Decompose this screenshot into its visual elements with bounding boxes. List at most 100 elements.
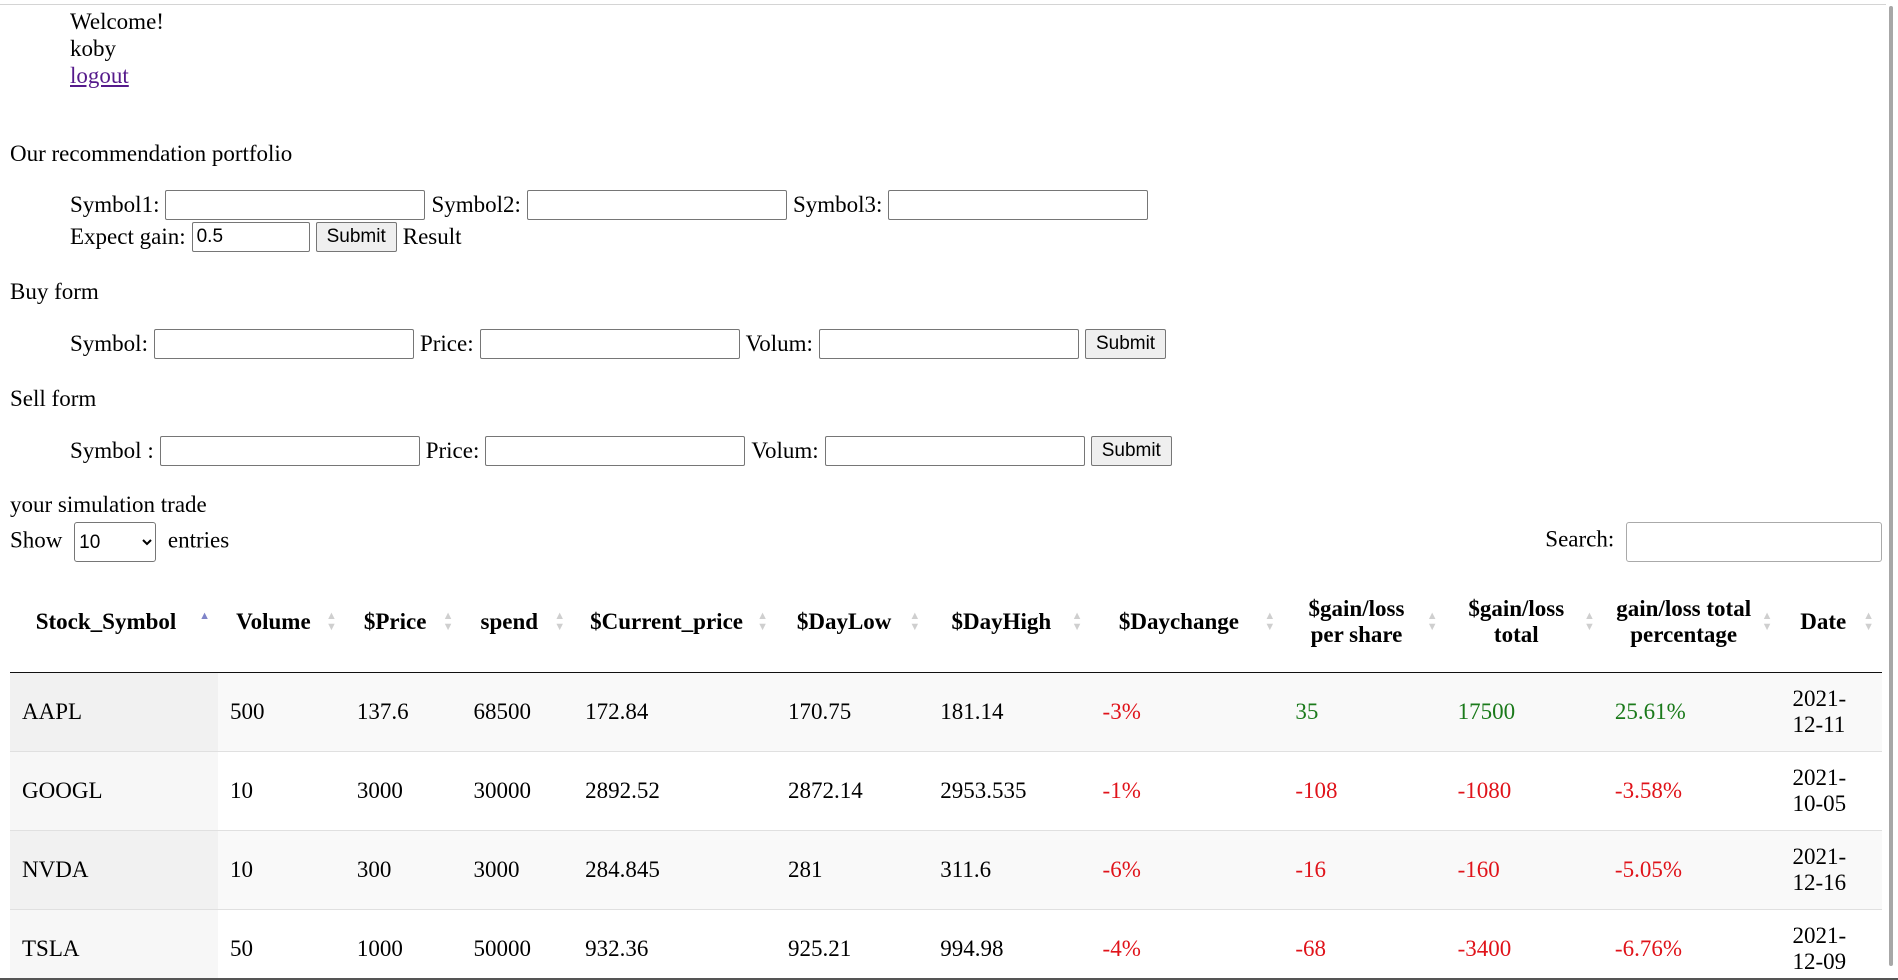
sort-icon: ▲ ▼ — [1584, 610, 1595, 633]
sell-price-input[interactable] — [485, 436, 746, 466]
sell-form-title: Sell form — [10, 386, 97, 411]
cell-current-price: 932.36 — [573, 909, 777, 980]
cell-price: 137.6 — [344, 672, 462, 752]
cell-dayhigh: 311.6 — [928, 830, 1091, 910]
sell-price-label: Price: — [425, 438, 480, 463]
cell-gain-per-share: -68 — [1283, 909, 1446, 980]
sort-icon: ▲ ▼ — [1863, 610, 1874, 633]
column-header-daylow[interactable]: $DayLow ▲ ▼ — [776, 572, 929, 673]
column-header-spend[interactable]: spend ▲ ▼ — [461, 572, 574, 673]
cell-gain-total: -160 — [1445, 830, 1603, 910]
entries-control: Show 10 entries — [10, 522, 229, 562]
sell-symbol-input[interactable] — [159, 436, 420, 466]
expect-gain-input[interactable] — [191, 222, 310, 252]
scrollbar-thumb[interactable] — [1889, 6, 1893, 966]
buy-symbol-label: Symbol: — [70, 331, 148, 356]
cell-dayhigh: 181.14 — [928, 672, 1091, 752]
cell-daylow: 281 — [776, 830, 929, 910]
cell-daychange: -6% — [1090, 830, 1284, 910]
cell-gain-per-share: -108 — [1283, 751, 1446, 831]
cell-volume: 50 — [218, 909, 345, 980]
column-header-gain-per-share[interactable]: $gain/loss per share ▲ ▼ — [1283, 572, 1446, 673]
cell-price: 1000 — [344, 909, 462, 980]
table-row: GOOGL 10 3000 30000 2892.52 2872.14 2953… — [10, 751, 1882, 831]
symbol3-input[interactable] — [888, 190, 1149, 220]
symbol1-label: Symbol1: — [70, 192, 160, 217]
cell-volume: 500 — [218, 672, 345, 752]
result-label: Result — [402, 224, 462, 249]
buy-price-input[interactable] — [479, 329, 740, 359]
sell-submit-button[interactable]: Submit — [1090, 436, 1172, 466]
column-header-stock-symbol[interactable]: Stock_Symbol ▲ ▼ — [10, 572, 218, 673]
symbol1-input[interactable] — [165, 190, 426, 220]
cell-dayhigh: 2953.535 — [928, 751, 1091, 831]
recommendation-gain-row: Expect gain: Submit Result — [70, 222, 462, 252]
cell-spend: 68500 — [461, 672, 574, 752]
vertical-scrollbar[interactable] — [1886, 0, 1898, 980]
buy-volume-input[interactable] — [818, 329, 1079, 359]
column-header-daychange[interactable]: $Daychange ▲ ▼ — [1090, 572, 1284, 673]
recommendation-submit-button[interactable]: Submit — [315, 222, 397, 252]
symbol3-label: Symbol3: — [792, 192, 883, 217]
buy-symbol-input[interactable] — [153, 329, 414, 359]
cell-current-price: 172.84 — [573, 672, 777, 752]
sort-icon: ▲ ▼ — [1264, 610, 1276, 633]
cell-symbol: GOOGL — [10, 751, 218, 831]
cell-symbol: TSLA — [10, 909, 218, 980]
table-row: NVDA 10 300 3000 284.845 281 311.6 -6% -… — [10, 830, 1882, 910]
cell-daychange: -1% — [1090, 751, 1284, 831]
column-header-date[interactable]: Date ▲ ▼ — [1780, 572, 1882, 673]
sort-icon: ▲ ▼ — [199, 610, 210, 633]
cell-gain-percentage: 25.61% — [1602, 672, 1781, 752]
cell-gain-percentage: -6.76% — [1602, 909, 1781, 980]
cell-daylow: 2872.14 — [776, 751, 929, 831]
cell-gain-percentage: -3.58% — [1602, 751, 1781, 831]
logout-link[interactable]: logout — [70, 63, 129, 88]
sort-icon: ▲ ▼ — [909, 610, 921, 633]
symbol2-label: Symbol2: — [431, 192, 521, 217]
welcome-block: Welcome! koby logout — [70, 8, 164, 89]
buy-price-label: Price: — [419, 331, 474, 356]
column-header-dayhigh[interactable]: $DayHigh ▲ ▼ — [928, 572, 1091, 673]
sort-icon: ▲ ▼ — [325, 610, 337, 633]
sort-icon: ▲ ▼ — [1071, 610, 1083, 633]
column-header-gain-total[interactable]: $gain/loss total ▲ ▼ — [1445, 572, 1603, 673]
cell-gain-total: -3400 — [1445, 909, 1603, 980]
username: koby — [70, 36, 116, 61]
show-label: Show — [10, 527, 63, 553]
cell-gain-per-share: -16 — [1283, 830, 1446, 910]
column-header-price[interactable]: $Price ▲ ▼ — [344, 572, 462, 673]
buy-volume-label: Volum: — [745, 331, 813, 356]
sell-volume-input[interactable] — [824, 436, 1085, 466]
sell-symbol-label: Symbol : — [70, 438, 154, 463]
sort-icon: ▲ ▼ — [554, 610, 566, 633]
sort-icon: ▲ ▼ — [442, 610, 454, 633]
search-input[interactable] — [1626, 522, 1882, 562]
column-header-current-price[interactable]: $Current_price ▲ ▼ — [573, 572, 777, 673]
cell-spend: 50000 — [461, 909, 574, 980]
column-header-gain-percentage[interactable]: gain/loss total percentage ▲ ▼ — [1602, 572, 1781, 673]
buy-submit-button[interactable]: Submit — [1084, 329, 1167, 359]
column-header-volume[interactable]: Volume ▲ ▼ — [218, 572, 345, 673]
cell-volume: 10 — [218, 830, 345, 910]
cell-daylow: 925.21 — [776, 909, 929, 980]
page: Welcome! koby logout Our recommendation … — [0, 0, 1898, 980]
table-row: AAPL 500 137.6 68500 172.84 170.75 181.1… — [10, 672, 1882, 752]
cell-daychange: -3% — [1090, 672, 1284, 752]
cell-current-price: 284.845 — [573, 830, 777, 910]
cell-spend: 3000 — [461, 830, 574, 910]
table-row: TSLA 50 1000 50000 932.36 925.21 994.98 … — [10, 909, 1882, 980]
top-divider — [0, 4, 1898, 5]
cell-gain-percentage: -5.05% — [1602, 830, 1781, 910]
cell-symbol: AAPL — [10, 672, 218, 752]
entries-select[interactable]: 10 — [74, 522, 157, 562]
cell-current-price: 2892.52 — [573, 751, 777, 831]
sell-volume-label: Volum: — [751, 438, 819, 463]
symbol2-input[interactable] — [526, 190, 787, 220]
cell-gain-total: -1080 — [1445, 751, 1603, 831]
trades-table: Stock_Symbol ▲ ▼ Volume ▲ ▼ $Price ▲ ▼ spen… — [10, 572, 1882, 980]
expect-gain-label: Expect gain: — [70, 224, 186, 249]
recommendation-title: Our recommendation portfolio — [10, 141, 293, 166]
cell-price: 3000 — [344, 751, 462, 831]
sort-icon: ▲ ▼ — [757, 610, 769, 633]
